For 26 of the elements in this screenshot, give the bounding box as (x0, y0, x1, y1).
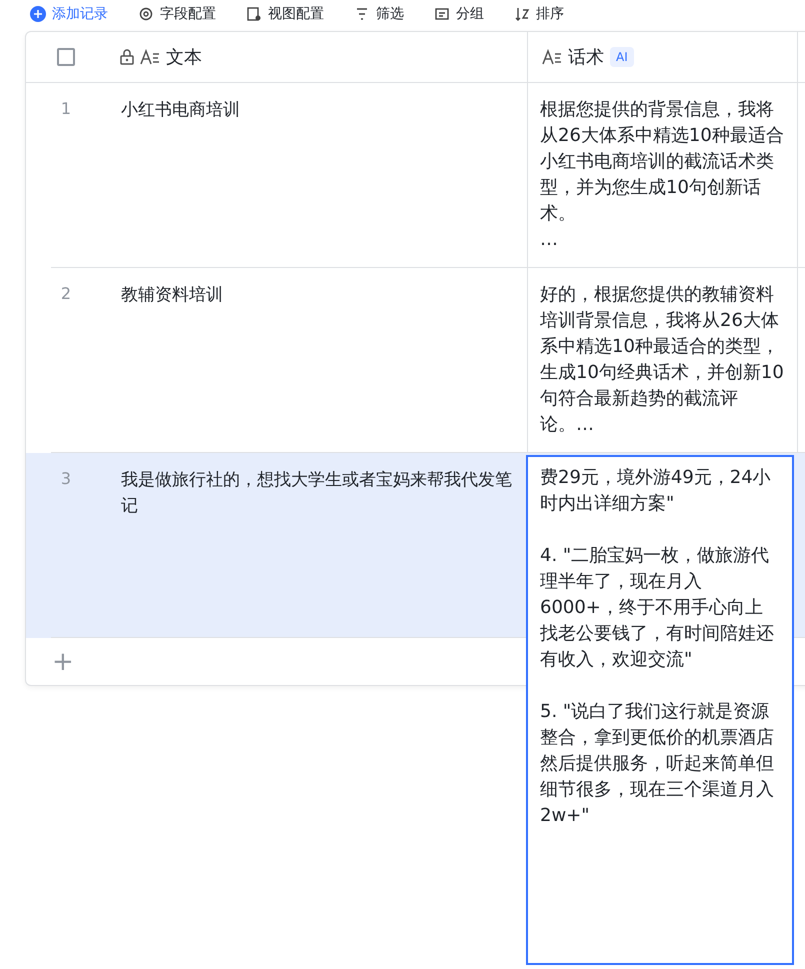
toolbar-button[interactable]: 添加记录 (30, 5, 108, 23)
table-cell: 教辅资料培训 (121, 285, 223, 305)
toolbar-button[interactable]: 筛选 (354, 5, 404, 23)
text-field-icon (542, 49, 562, 65)
row-number: 2 (60, 283, 72, 305)
toolbar-button[interactable]: 分组 (434, 5, 484, 23)
filter-icon (354, 6, 370, 22)
toolbar-button[interactable]: 字段配置 (138, 5, 216, 23)
table-cell: 我是做旅行社的，想找大学生或者宝妈来帮我代发笔记 (121, 470, 512, 516)
table-cell: 小红书电商培训 (121, 100, 240, 120)
row-number: 3 (60, 468, 72, 490)
column-title: 文本 (166, 46, 202, 69)
group-icon (434, 6, 450, 22)
column-title: 话术 (568, 46, 604, 69)
row-number: 1 (60, 98, 72, 120)
text-field-icon (140, 49, 160, 65)
sort-icon (514, 6, 530, 22)
lock-icon (120, 49, 134, 65)
ai-tag: AI (610, 47, 634, 67)
select-all-checkbox[interactable] (57, 48, 75, 66)
expanded-cell[interactable]: 费29元，境外游49元，24小时内出详细方案" 4. "二胎宝妈一枚，做旅游代理半年了，现在月入6000+，终于不用手心向上找老公要钱了，有时间陪娃还有收入，欢迎交流" 5. "说白了我们这行就是资源整合，拿到更低价的机票酒店然后提供服务，听起来简单但细节很多，现在三个渠道月入2w+" (526, 455, 794, 965)
toolbar-button[interactable]: 视图配置 (246, 5, 324, 23)
toolbar-button[interactable]: 排序 (514, 5, 564, 23)
table-cell: 根据您提供的背景信息，我将从26大体系中精选10种最适合小红书电商培训的截流话术类型，并为您生成10句创新话术。 … (540, 99, 784, 250)
add-icon (30, 6, 46, 22)
table-cell: 好的，根据您提供的教辅资料培训背景信息，我将从26大体系中精选10种最适合的类型，生成10句经典话术，并创新10句符合最新趋势的截流评论。… (540, 284, 784, 435)
